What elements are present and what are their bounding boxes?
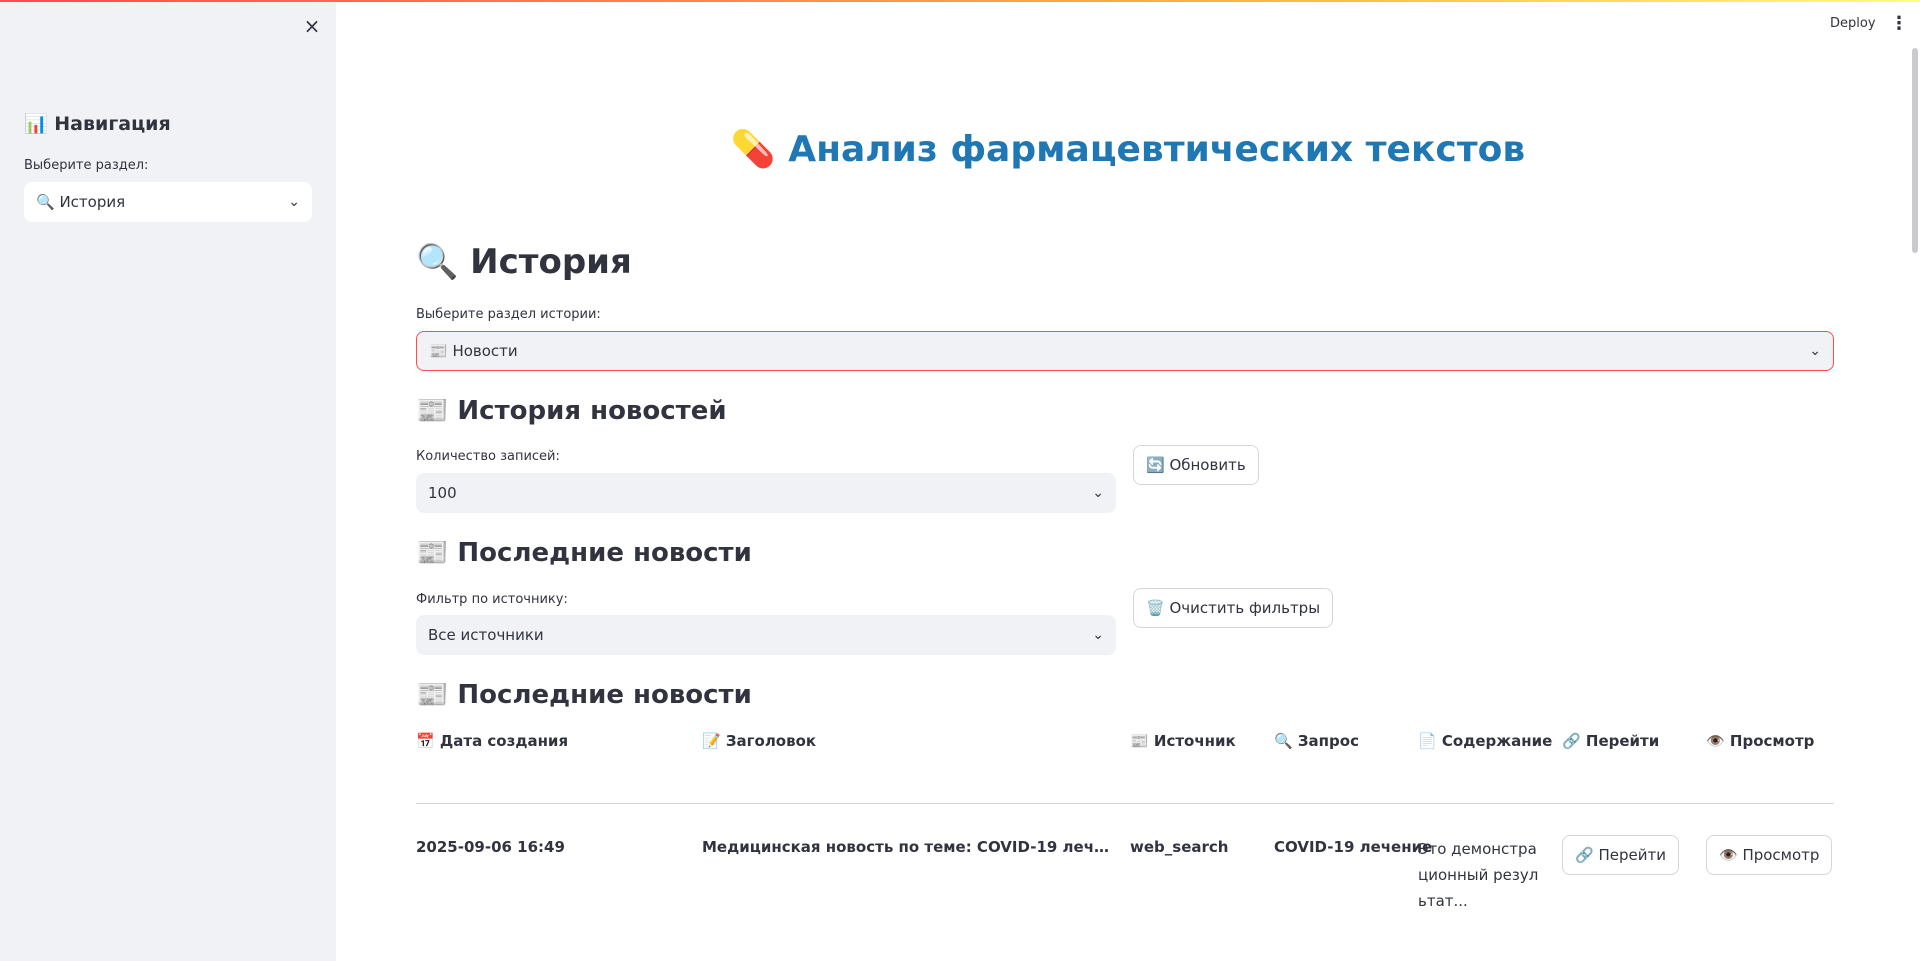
column-header-headline: 📝 Заголовок [702,732,817,750]
column-header-view: 👁️ Просмотр [1706,732,1815,750]
cell-content: Это демонстрационный результат... [1418,840,1539,910]
records-count-select[interactable]: 100 ⌄ [416,473,1116,513]
view-button[interactable]: 👁️ Просмотр [1706,835,1833,875]
cell-date: 2025-09-06 16:49 [416,838,565,856]
top-decoration-line [0,0,1920,2]
sidebar-select-label: Выберите раздел: [24,158,149,173]
history-section-value: 📰 Новости [429,342,518,360]
source-filter-label: Фильтр по источнику: [416,592,568,607]
sidebar-title: 📊 Навигация [24,113,171,135]
chevron-down-icon: ⌄ [1092,627,1104,643]
pill-icon: 💊 [730,129,776,170]
chevron-down-icon: ⌄ [1809,343,1821,359]
main-menu-icon[interactable]: ⋮ [1890,12,1908,36]
column-header-date: 📅 Дата создания [416,732,569,750]
source-filter-value: Все источники [428,626,544,644]
cell-source: web_search [1130,838,1229,856]
history-section-select[interactable]: 📰 Новости ⌄ [416,331,1834,371]
sidebar-section-select[interactable]: 🔍 История ⌄ [24,182,312,222]
column-header-query: 🔍 Запрос [1274,732,1359,750]
source-filter-select[interactable]: Все источники ⌄ [416,615,1116,655]
refresh-button[interactable]: 🔄 Обновить [1133,445,1259,485]
history-section-label: Выберите раздел истории: [416,307,601,322]
deploy-button[interactable]: Deploy [1830,16,1876,31]
sidebar: × 📊 Навигация Выберите раздел: 🔍 История… [0,0,336,961]
records-count-label: Количество записей: [416,449,560,464]
app-title-text: Анализ фармацевтических текстов [788,129,1526,170]
news-history-title: 📰 История новостей [416,396,727,426]
records-count-value: 100 [428,484,457,502]
page-title: 🔍 История [416,242,632,282]
cell-query: COVID-19 лечение [1274,838,1433,856]
table-divider [416,803,1834,804]
chevron-down-icon: ⌄ [288,194,300,210]
go-button[interactable]: 🔗 Перейти [1562,835,1679,875]
clear-filters-button[interactable]: 🗑️ Очистить фильтры [1133,588,1334,628]
cell-headline: Медицинская новость по теме: COVID-19 ле… [702,838,1112,856]
column-header-source: 📰 Источник [1130,732,1236,750]
sidebar-select-value: 🔍 История [36,193,126,211]
close-sidebar-icon[interactable]: × [300,14,324,38]
chevron-down-icon: ⌄ [1092,485,1104,501]
app-title: 💊 Анализ фармацевтических текстов [336,128,1920,170]
column-header-go: 🔗 Перейти [1562,732,1660,750]
latest-news-table-title: 📰 Последние новости [416,680,752,710]
column-header-content: 📄 Содержание [1418,732,1553,750]
latest-news-filters-title: 📰 Последние новости [416,538,752,568]
